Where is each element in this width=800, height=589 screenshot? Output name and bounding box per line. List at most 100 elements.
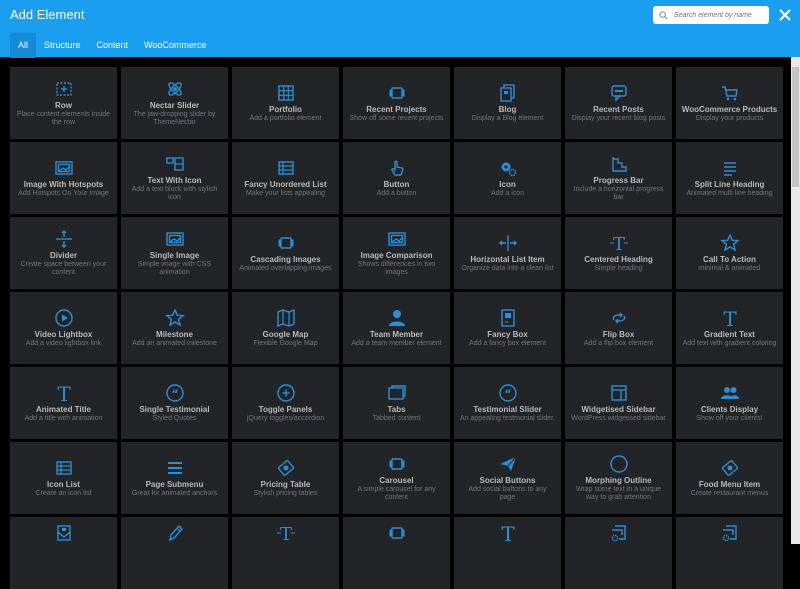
element-card-morphing-outline[interactable]: Morphing Outline Wrap some text in a uniq… xyxy=(565,442,672,514)
lines-icon xyxy=(720,158,740,178)
element-description: Display your recent blog posts xyxy=(571,115,666,122)
search-box[interactable] xyxy=(653,6,769,24)
element-card-widgetised-sidebar[interactable]: Widgetised Sidebar WordPress widgetised s… xyxy=(565,367,672,439)
element-card-call-to-action[interactable]: Call To Action minimal & animated xyxy=(676,217,783,289)
element-description: Make your lists appealing xyxy=(246,190,325,197)
element-card-recent-posts[interactable]: Recent Posts Display your recent blog pos… xyxy=(565,67,672,139)
element-card-video-lightbox[interactable]: Video Lightbox Add a video lightbox link xyxy=(10,292,117,364)
svg-text:T: T xyxy=(723,308,737,328)
element-card-divider[interactable]: Divider Create space between your content xyxy=(10,217,117,289)
element-description: An appealing testmonial slider. xyxy=(460,415,555,422)
element-description: Shows differences in two images xyxy=(357,261,436,276)
element-name: Icon List xyxy=(47,480,80,489)
element-card-animated-title[interactable]: T Animated Title Add a title with animatio… xyxy=(10,367,117,439)
element-card-partial-42[interactable] xyxy=(10,517,117,589)
element-description: Wrap some text in a unique way to grab a… xyxy=(575,486,662,501)
modal-header: Add Element All Structure Content WooCommer… xyxy=(0,0,800,58)
image-icon xyxy=(387,229,407,249)
close-icon[interactable] xyxy=(777,7,793,23)
mail-icon xyxy=(54,523,74,543)
element-card-tabs[interactable]: Tabs Tabbed content xyxy=(343,367,450,439)
element-grid: Row Place content elements inside the row… xyxy=(10,67,783,589)
element-card-partial-47[interactable] xyxy=(565,517,672,589)
element-card-single-image[interactable]: Single Image Simple image with CSS animat… xyxy=(121,217,228,289)
element-card-cascading-images[interactable]: Cascading Images Animated overlapping ima… xyxy=(232,217,339,289)
element-card-gradient-text[interactable]: T Gradient Text Add text with gradient col… xyxy=(676,292,783,364)
element-card-nectar-slider[interactable]: Nectar Slider The jaw-dropping slider by … xyxy=(121,67,228,139)
element-name: Recent Posts xyxy=(593,105,644,114)
element-card-fancy-unordered-list[interactable]: Fancy Unordered List Make your lists appe… xyxy=(232,142,339,214)
t-icon: T xyxy=(720,308,740,328)
element-card-portfolio[interactable]: Portfolio Add a portfolio element xyxy=(232,67,339,139)
element-name: WooCommerce Products xyxy=(681,105,778,114)
element-card-woocommerce-products[interactable]: WooCommerce Products Display your product… xyxy=(676,67,783,139)
gear-doc-icon xyxy=(720,523,740,543)
element-card-fancy-box[interactable]: Fancy Box Add a fancy box element xyxy=(454,292,561,364)
carousel-icon xyxy=(276,233,296,253)
element-name: Button xyxy=(383,180,410,189)
element-description: Add text with gradient coloring xyxy=(682,340,777,347)
element-name: Split Line Heading xyxy=(694,180,765,189)
search-input[interactable] xyxy=(672,10,768,20)
element-card-partial-43[interactable] xyxy=(121,517,228,589)
element-card-testimonial-slider[interactable]: “ Testimonial Slider An appealing testmoni… xyxy=(454,367,561,439)
t-icon: T xyxy=(498,523,518,543)
element-card-icon[interactable]: Icon Add a icon xyxy=(454,142,561,214)
element-card-blog[interactable]: Blog Display a Blog element xyxy=(454,67,561,139)
element-card-partial-44[interactable]: T xyxy=(232,517,339,589)
tab-woocommerce[interactable]: WooCommerce xyxy=(136,33,214,58)
element-card-team-member[interactable]: Team Member Add a team member element xyxy=(343,292,450,364)
element-card-partial-46[interactable]: T xyxy=(454,517,561,589)
element-card-partial-48[interactable] xyxy=(676,517,783,589)
element-card-row[interactable]: Row Place content elements inside the row xyxy=(10,67,117,139)
element-name: Testimonial Slider xyxy=(473,405,542,414)
element-card-clients-display[interactable]: Clients Display Show off your clients! xyxy=(676,367,783,439)
element-card-partial-45[interactable] xyxy=(343,517,450,589)
element-card-carousel[interactable]: Carousel A simple carousel for any conten… xyxy=(343,442,450,514)
tab-structure[interactable]: Structure xyxy=(36,33,89,58)
map-icon xyxy=(276,308,296,328)
element-name: Cascading Images xyxy=(250,255,321,264)
element-description: Add a title with animation xyxy=(24,415,103,422)
element-card-single-testimonial[interactable]: “ Single Testimonial Styled Quotes xyxy=(121,367,228,439)
element-card-icon-list[interactable]: Icon List Create an icon list xyxy=(10,442,117,514)
element-card-progress-bar[interactable]: Progress Bar Include a horizontal progres… xyxy=(565,142,672,214)
element-description: Add a video lightbox link xyxy=(25,340,102,347)
element-card-pricing-table[interactable]: Pricing Table Stylish pricing tables xyxy=(232,442,339,514)
element-card-image-with-hotspots[interactable]: Image With Hotspots Add Hotspots On Your … xyxy=(10,142,117,214)
element-name: Portfolio xyxy=(269,105,302,114)
circle-icon xyxy=(609,454,629,474)
scrollbar[interactable] xyxy=(791,57,800,544)
element-card-centered-heading[interactable]: T Centered Heading Simple heading xyxy=(565,217,672,289)
gears-icon xyxy=(498,158,518,178)
element-description: Add a button xyxy=(376,190,417,197)
element-card-food-menu-item[interactable]: Food Menu Item Create restaurant menus xyxy=(676,442,783,514)
element-card-toggle-panels[interactable]: Toggle Panels jQuery toggles/accordion xyxy=(232,367,339,439)
element-description: Add a fancy box element xyxy=(468,340,547,347)
element-card-page-submenu[interactable]: Page Submenu Great for animated anchors xyxy=(121,442,228,514)
element-description: Add a text block with stylish icon xyxy=(131,186,218,201)
element-card-split-line-heading[interactable]: Split Line Heading Animated multi line he… xyxy=(676,142,783,214)
element-card-google-map[interactable]: Google Map Flexible Google Map xyxy=(232,292,339,364)
element-description: Simple image with CSS animation xyxy=(137,261,212,276)
element-card-text-with-icon[interactable]: Text With Icon Add a text block with styl… xyxy=(121,142,228,214)
element-card-image-comparison[interactable]: Image Comparison Shows differences in two… xyxy=(343,217,450,289)
scrollbar-thumb[interactable] xyxy=(792,67,799,187)
theading-icon: T xyxy=(609,233,629,253)
tab-all[interactable]: All xyxy=(10,33,37,58)
element-card-milestone[interactable]: Milestone Add an animated milestone xyxy=(121,292,228,364)
element-name: Nectar Slider xyxy=(149,101,200,110)
hand-icon xyxy=(387,158,407,178)
element-description: Animated overlapping images xyxy=(239,265,332,272)
element-name: Image Comparison xyxy=(360,251,433,260)
element-card-horizontal-list-item[interactable]: Horizontal List Item Organize data into a… xyxy=(454,217,561,289)
element-card-social-buttons[interactable]: Social Buttons Add social buttons to any … xyxy=(454,442,561,514)
element-name: Call To Action xyxy=(703,255,756,264)
element-card-flip-box[interactable]: Flip Box Add a flip box element xyxy=(565,292,672,364)
element-card-recent-projects[interactable]: Recent Projects Show off some recent proj… xyxy=(343,67,450,139)
quote-icon: “ xyxy=(165,383,185,403)
tab-content[interactable]: Content xyxy=(89,33,137,58)
element-description: Stylish pricing tables xyxy=(253,490,318,497)
element-description: Place content elements inside the row xyxy=(17,111,110,126)
element-card-button[interactable]: Button Add a button xyxy=(343,142,450,214)
